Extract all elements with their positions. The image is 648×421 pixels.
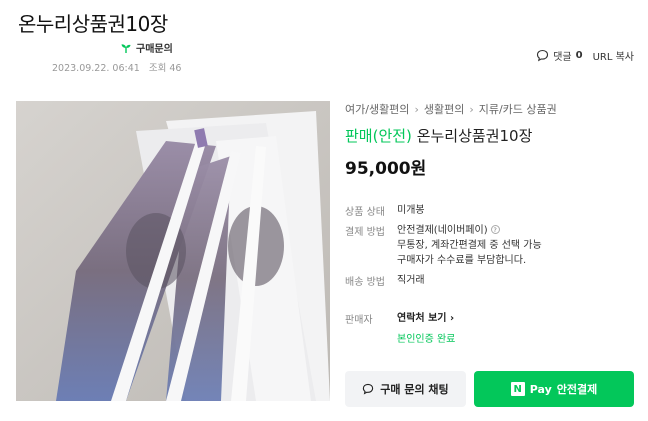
seller-row: 판매자 연락처 보기 › 본인인증 완료: [345, 311, 455, 347]
url-copy-button[interactable]: URL 복사: [593, 48, 634, 63]
breadcrumb-item[interactable]: 여가/생활편의: [345, 101, 409, 117]
author-row: 구매문의: [120, 40, 173, 55]
seller-label: 판매자: [345, 315, 373, 326]
chevron-right-icon: ›: [414, 102, 419, 116]
payment-label: 결제 방법: [345, 227, 385, 238]
product-info: 여가/생활편의 › 생활편의 › 지류/카드 상품권 판매(안전) 온누리상품권…: [345, 101, 635, 180]
pay-brand: Pay: [529, 382, 552, 396]
safe-pay-button[interactable]: N Pay 안전결제: [474, 371, 634, 407]
payment-fee-note: 구매자가 수수료를 부담합니다.: [397, 255, 527, 266]
chat-icon: [363, 383, 374, 395]
payment-method-options: 무통장, 계좌간편결제 중 선택 가능: [397, 240, 542, 251]
comment-icon: [537, 49, 549, 62]
author-badge[interactable]: 구매문의: [136, 40, 173, 55]
verified-badge: 본인인증 완료: [397, 334, 456, 345]
pay-button-label: 안전결제: [556, 383, 598, 396]
product-name: 온누리상품권10장: [416, 127, 533, 145]
payment-row: 결제 방법 안전결제(네이버페이)? 무통장, 계좌간편결제 중 선택 가능 구…: [345, 223, 542, 268]
product-title: 판매(안전) 온누리상품권10장: [345, 125, 635, 146]
article-meta: 2023.09.22. 06:41 조회 46: [52, 60, 187, 74]
breadcrumb-item[interactable]: 생활편의: [424, 101, 464, 117]
condition-value: 미개봉: [397, 205, 425, 216]
view-count: 조회 46: [148, 63, 182, 74]
chevron-right-icon: ›: [449, 313, 455, 324]
comment-label: 댓글: [553, 52, 572, 63]
chevron-right-icon: ›: [469, 102, 474, 116]
contact-view-label: 연락처 보기: [397, 313, 447, 324]
condition-row: 상품 상태 미개봉: [345, 203, 425, 218]
sprout-icon: [121, 43, 131, 53]
delivery-label: 배송 방법: [345, 277, 385, 288]
product-image[interactable]: [16, 101, 330, 401]
payment-method-primary: 안전결제(네이버페이): [397, 225, 488, 236]
naver-logo-icon: N: [510, 382, 525, 396]
purchase-chat-button[interactable]: 구매 문의 채팅: [345, 371, 466, 407]
delivery-row: 배송 방법 직거래: [345, 273, 425, 288]
breadcrumb-item[interactable]: 지류/카드 상품권: [479, 101, 557, 117]
delivery-value: 직거래: [397, 275, 425, 286]
condition-label: 상품 상태: [345, 207, 385, 218]
product-price: 95,000원: [345, 159, 427, 179]
comment-count: 0: [575, 50, 583, 61]
payment-value: 안전결제(네이버페이)? 무통장, 계좌간편결제 중 선택 가능 구매자가 수수…: [397, 223, 542, 268]
contact-view-link[interactable]: 연락처 보기 ›: [397, 313, 454, 324]
help-icon[interactable]: ?: [490, 225, 500, 234]
seller-value: 연락처 보기 › 본인인증 완료: [397, 311, 455, 347]
sale-status: 판매(안전): [345, 127, 412, 145]
page-title: 온누리상품권10장: [18, 12, 168, 36]
chat-button-label: 구매 문의 채팅: [380, 383, 449, 396]
post-date: 2023.09.22. 06:41: [52, 63, 140, 74]
comment-button[interactable]: 댓글 0: [536, 48, 583, 63]
envelope-photo: [16, 101, 330, 401]
breadcrumb: 여가/생활편의 › 생활편의 › 지류/카드 상품권: [345, 101, 635, 117]
top-actions: 댓글 0 URL 복사: [536, 48, 634, 63]
